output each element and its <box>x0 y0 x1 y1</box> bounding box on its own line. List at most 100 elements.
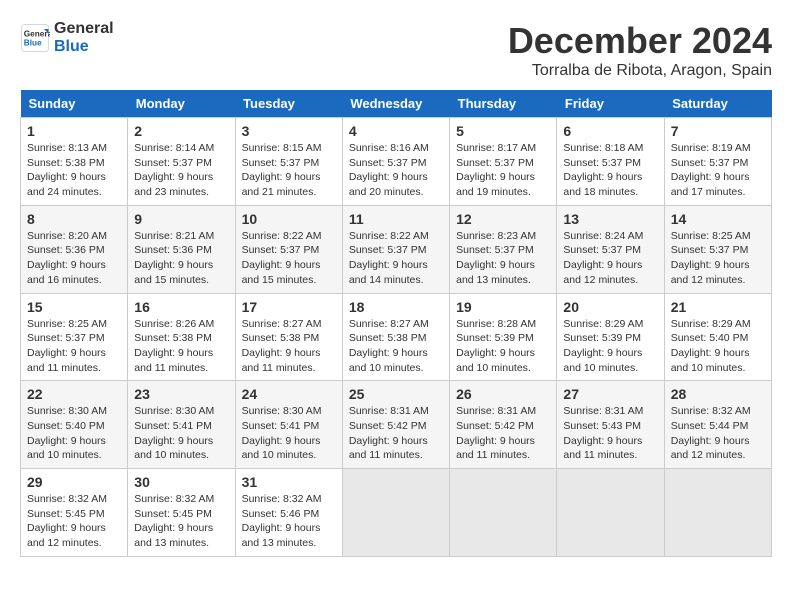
day-info: Sunrise: 8:32 AMSunset: 5:45 PMDaylight:… <box>27 492 121 551</box>
table-cell: 1 Sunrise: 8:13 AMSunset: 5:38 PMDaylight… <box>21 118 128 206</box>
day-number: 11 <box>349 211 443 227</box>
table-cell: 29Sunrise: 8:32 AMSunset: 5:45 PMDayligh… <box>21 469 128 557</box>
day-number: 14 <box>671 211 765 227</box>
day-info: Sunrise: 8:29 AMSunset: 5:39 PMDaylight:… <box>563 317 657 376</box>
table-cell: 30 Sunrise: 8:32 AMSunset: 5:45 PMDayligh… <box>128 469 235 557</box>
day-info: Sunrise: 8:25 AMSunset: 5:37 PMDaylight:… <box>671 229 765 288</box>
day-info: Sunrise: 8:30 AMSunset: 5:41 PMDaylight:… <box>134 404 228 463</box>
location-title: Torralba de Ribota, Aragon, Spain <box>508 62 772 80</box>
table-cell: 3 Sunrise: 8:15 AMSunset: 5:37 PMDaylight… <box>235 118 342 206</box>
table-cell: 9 Sunrise: 8:21 AMSunset: 5:36 PMDaylight… <box>128 205 235 293</box>
day-number: 19 <box>456 299 550 315</box>
day-info: Sunrise: 8:31 AMSunset: 5:42 PMDaylight:… <box>456 404 550 463</box>
table-cell: 4 Sunrise: 8:16 AMSunset: 5:37 PMDaylight… <box>342 118 449 206</box>
col-saturday: Saturday <box>664 90 771 118</box>
table-cell: 5Sunrise: 8:17 AMSunset: 5:37 PMDaylight… <box>450 118 557 206</box>
table-cell: 28 Sunrise: 8:32 AMSunset: 5:44 PMDayligh… <box>664 381 771 469</box>
table-cell: 19Sunrise: 8:28 AMSunset: 5:39 PMDayligh… <box>450 293 557 381</box>
day-number: 28 <box>671 386 765 402</box>
day-number: 17 <box>242 299 336 315</box>
day-number: 13 <box>563 211 657 227</box>
table-cell: 15 Sunrise: 8:25 AMSunset: 5:37 PMDayligh… <box>21 293 128 381</box>
day-number: 8 <box>27 211 121 227</box>
page-header: General Blue GeneralBlue December 2024 T… <box>20 20 772 80</box>
table-cell: 14 Sunrise: 8:25 AMSunset: 5:37 PMDayligh… <box>664 205 771 293</box>
table-cell: 27Sunrise: 8:31 AMSunset: 5:43 PMDayligh… <box>557 381 664 469</box>
table-cell <box>342 469 449 557</box>
col-monday: Monday <box>128 90 235 118</box>
table-cell: 22 Sunrise: 8:30 AMSunset: 5:40 PMDayligh… <box>21 381 128 469</box>
day-info: Sunrise: 8:30 AMSunset: 5:40 PMDaylight:… <box>27 404 121 463</box>
day-number: 4 <box>349 123 443 139</box>
table-cell: 12 Sunrise: 8:23 AMSunset: 5:37 PMDayligh… <box>450 205 557 293</box>
day-info: Sunrise: 8:32 AMSunset: 5:45 PMDaylight:… <box>134 492 228 551</box>
header-row: Sunday Monday Tuesday Wednesday Thursday… <box>21 90 772 118</box>
table-cell: 31 Sunrise: 8:32 AMSunset: 5:46 PMDayligh… <box>235 469 342 557</box>
table-cell: 16 Sunrise: 8:26 AMSunset: 5:38 PMDayligh… <box>128 293 235 381</box>
day-number: 10 <box>242 211 336 227</box>
day-info: Sunrise: 8:20 AMSunset: 5:36 PMDaylight:… <box>27 229 121 288</box>
col-friday: Friday <box>557 90 664 118</box>
table-cell: 7Sunrise: 8:19 AMSunset: 5:37 PMDaylight… <box>664 118 771 206</box>
day-info: Sunrise: 8:29 AMSunset: 5:40 PMDaylight:… <box>671 317 765 376</box>
day-info: Sunrise: 8:13 AMSunset: 5:38 PMDaylight:… <box>27 141 121 200</box>
day-info: Sunrise: 8:32 AMSunset: 5:46 PMDaylight:… <box>242 492 336 551</box>
table-cell: 10Sunrise: 8:22 AMSunset: 5:37 PMDayligh… <box>235 205 342 293</box>
day-number: 1 <box>27 123 121 139</box>
day-number: 31 <box>242 474 336 490</box>
day-number: 6 <box>563 123 657 139</box>
table-cell <box>450 469 557 557</box>
title-area: December 2024 Torralba de Ribota, Aragon… <box>508 20 772 80</box>
day-info: Sunrise: 8:21 AMSunset: 5:36 PMDaylight:… <box>134 229 228 288</box>
day-number: 25 <box>349 386 443 402</box>
col-tuesday: Tuesday <box>235 90 342 118</box>
day-info: Sunrise: 8:18 AMSunset: 5:37 PMDaylight:… <box>563 141 657 200</box>
day-number: 30 <box>134 474 228 490</box>
day-info: Sunrise: 8:23 AMSunset: 5:37 PMDaylight:… <box>456 229 550 288</box>
day-info: Sunrise: 8:15 AMSunset: 5:37 PMDaylight:… <box>242 141 336 200</box>
month-title: December 2024 <box>508 20 772 62</box>
day-info: Sunrise: 8:22 AMSunset: 5:37 PMDaylight:… <box>349 229 443 288</box>
table-cell: 25 Sunrise: 8:31 AMSunset: 5:42 PMDayligh… <box>342 381 449 469</box>
col-sunday: Sunday <box>21 90 128 118</box>
day-number: 2 <box>134 123 228 139</box>
day-info: Sunrise: 8:19 AMSunset: 5:37 PMDaylight:… <box>671 141 765 200</box>
table-cell: 11 Sunrise: 8:22 AMSunset: 5:37 PMDayligh… <box>342 205 449 293</box>
day-number: 12 <box>456 211 550 227</box>
table-cell <box>664 469 771 557</box>
table-cell: 20 Sunrise: 8:29 AMSunset: 5:39 PMDayligh… <box>557 293 664 381</box>
day-number: 23 <box>134 386 228 402</box>
logo-text: GeneralBlue <box>54 20 114 56</box>
day-info: Sunrise: 8:16 AMSunset: 5:37 PMDaylight:… <box>349 141 443 200</box>
day-number: 26 <box>456 386 550 402</box>
day-number: 18 <box>349 299 443 315</box>
day-number: 5 <box>456 123 550 139</box>
day-info: Sunrise: 8:26 AMSunset: 5:38 PMDaylight:… <box>134 317 228 376</box>
table-cell: 26 Sunrise: 8:31 AMSunset: 5:42 PMDayligh… <box>450 381 557 469</box>
day-info: Sunrise: 8:14 AMSunset: 5:37 PMDaylight:… <box>134 141 228 200</box>
day-number: 21 <box>671 299 765 315</box>
calendar-table: Sunday Monday Tuesday Wednesday Thursday… <box>20 90 772 557</box>
day-info: Sunrise: 8:31 AMSunset: 5:42 PMDaylight:… <box>349 404 443 463</box>
day-number: 22 <box>27 386 121 402</box>
svg-text:Blue: Blue <box>24 39 42 48</box>
day-info: Sunrise: 8:32 AMSunset: 5:44 PMDaylight:… <box>671 404 765 463</box>
day-number: 15 <box>27 299 121 315</box>
day-number: 20 <box>563 299 657 315</box>
day-number: 9 <box>134 211 228 227</box>
table-cell: 8 Sunrise: 8:20 AMSunset: 5:36 PMDaylight… <box>21 205 128 293</box>
day-info: Sunrise: 8:25 AMSunset: 5:37 PMDaylight:… <box>27 317 121 376</box>
table-cell: 13Sunrise: 8:24 AMSunset: 5:37 PMDayligh… <box>557 205 664 293</box>
logo: General Blue GeneralBlue <box>20 20 114 56</box>
table-cell <box>557 469 664 557</box>
table-cell: 24Sunrise: 8:30 AMSunset: 5:41 PMDayligh… <box>235 381 342 469</box>
day-info: Sunrise: 8:27 AMSunset: 5:38 PMDaylight:… <box>349 317 443 376</box>
day-info: Sunrise: 8:30 AMSunset: 5:41 PMDaylight:… <box>242 404 336 463</box>
col-thursday: Thursday <box>450 90 557 118</box>
table-cell: 18 Sunrise: 8:27 AMSunset: 5:38 PMDayligh… <box>342 293 449 381</box>
table-cell: 21 Sunrise: 8:29 AMSunset: 5:40 PMDayligh… <box>664 293 771 381</box>
day-info: Sunrise: 8:27 AMSunset: 5:38 PMDaylight:… <box>242 317 336 376</box>
day-number: 27 <box>563 386 657 402</box>
day-number: 3 <box>242 123 336 139</box>
day-number: 16 <box>134 299 228 315</box>
